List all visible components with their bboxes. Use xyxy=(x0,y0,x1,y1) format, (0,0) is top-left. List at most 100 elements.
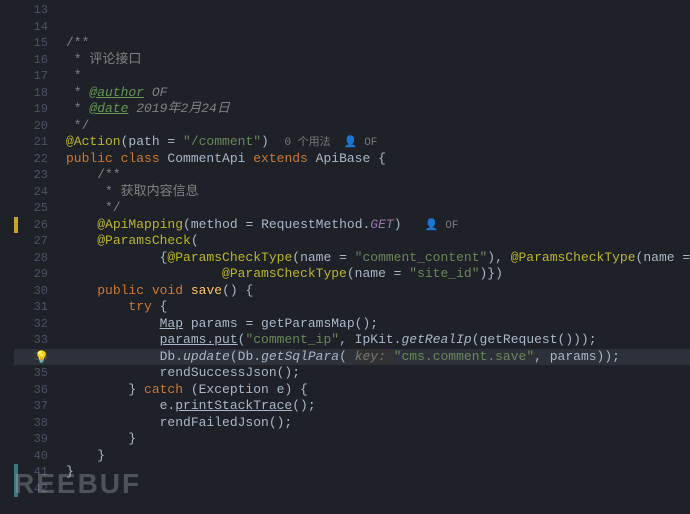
code-token: catch xyxy=(144,382,191,397)
code-token: params.put xyxy=(160,332,238,347)
code-token: @Action xyxy=(66,134,121,149)
code-line[interactable]: @Action(path = "/comment") 0 个用法 👤 OF xyxy=(62,134,690,151)
code-token: (Exception e) { xyxy=(191,382,308,397)
code-line[interactable]: try { xyxy=(62,299,690,316)
line-number: 13 xyxy=(14,2,62,19)
code-token: "/comment" xyxy=(183,134,261,149)
code-token: GET xyxy=(370,217,393,232)
line-number: 37 xyxy=(14,398,62,415)
line-number: 22 xyxy=(14,151,62,168)
code-line[interactable]: } xyxy=(62,448,690,465)
code-area[interactable]: /** * 评论接口 * * @author OF * @date 2019年2… xyxy=(62,0,690,514)
line-number: 15 xyxy=(14,35,62,52)
code-line[interactable]: * 评论接口 xyxy=(62,52,690,69)
code-token xyxy=(66,299,128,314)
code-token: Map xyxy=(160,316,183,331)
code-line[interactable]: */ xyxy=(62,200,690,217)
code-token: { xyxy=(66,250,167,265)
code-line[interactable]: public void save() { xyxy=(62,283,690,300)
code-line[interactable]: */ xyxy=(62,118,690,135)
code-line[interactable]: Db.update(Db.getSqlPara( key: "cms.comme… xyxy=(62,349,690,366)
line-number: 24 xyxy=(14,184,62,201)
line-number: 21 xyxy=(14,134,62,151)
code-line[interactable]: {@ParamsCheckType(name = "comment_conten… xyxy=(62,250,690,267)
code-line[interactable]: Map params = getParamsMap(); xyxy=(62,316,690,333)
line-number: 34💡 xyxy=(14,349,62,366)
code-token: CommentApi xyxy=(167,151,253,166)
code-token: @ParamsCheckType xyxy=(222,266,347,281)
intention-bulb-icon[interactable]: 💡 xyxy=(34,350,49,367)
code-token: */ xyxy=(97,200,120,215)
code-line[interactable]: /** xyxy=(62,35,690,52)
line-number: 41 xyxy=(14,464,62,481)
code-token xyxy=(66,217,97,232)
code-token: ( xyxy=(339,349,355,364)
line-number: 33 xyxy=(14,332,62,349)
line-number: 19 xyxy=(14,101,62,118)
code-token: printStackTrace xyxy=(175,398,292,413)
code-token: 👤 xyxy=(425,220,445,232)
line-number: 36 xyxy=(14,382,62,399)
code-token: /** xyxy=(66,35,89,50)
code-token: ( xyxy=(191,233,199,248)
change-marker xyxy=(14,464,18,481)
change-marker xyxy=(14,481,18,498)
code-token: OF xyxy=(152,85,168,100)
code-token: void xyxy=(152,283,191,298)
code-token: path = xyxy=(128,134,183,149)
code-token: @date xyxy=(89,101,128,116)
code-token: params = getParamsMap(); xyxy=(183,316,378,331)
line-number: 40 xyxy=(14,448,62,465)
code-token: "comment_content" xyxy=(355,250,488,265)
code-editor[interactable]: 1314151617181920212223242526272829303132… xyxy=(0,0,690,514)
code-line[interactable]: * xyxy=(62,68,690,85)
code-token: * xyxy=(66,52,89,67)
code-line[interactable]: public class CommentApi extends ApiBase … xyxy=(62,151,690,168)
line-number: 20 xyxy=(14,118,62,135)
code-token: } xyxy=(66,382,144,397)
code-line[interactable]: /** xyxy=(62,167,690,184)
code-line[interactable] xyxy=(62,19,690,36)
code-token: RequestMethod. xyxy=(261,217,370,232)
code-token xyxy=(402,217,425,232)
code-token: )}) xyxy=(480,266,503,281)
code-line[interactable]: } xyxy=(62,464,690,481)
code-token: ) xyxy=(394,217,402,232)
line-number: 39 xyxy=(14,431,62,448)
code-token: ApiBase xyxy=(316,151,378,166)
code-token: name = xyxy=(355,266,410,281)
change-marker xyxy=(14,217,18,234)
code-line[interactable]: } catch (Exception e) { xyxy=(62,382,690,399)
line-number: 32 xyxy=(14,316,62,333)
code-line[interactable]: * 获取内容信息 xyxy=(62,184,690,201)
code-line[interactable]: params.put("comment_ip", IpKit.getRealIp… xyxy=(62,332,690,349)
code-line[interactable]: @ApiMapping(method = RequestMethod.GET) … xyxy=(62,217,690,234)
code-line[interactable]: @ParamsCheckType(name = "site_id")}) xyxy=(62,266,690,283)
code-token: } xyxy=(66,448,105,463)
line-number: 31 xyxy=(14,299,62,316)
code-line[interactable]: * @date 2019年2月24日 xyxy=(62,101,690,118)
code-line[interactable]: @ParamsCheck( xyxy=(62,233,690,250)
line-number: 30 xyxy=(14,283,62,300)
code-token xyxy=(66,167,97,182)
code-token: 0 个用法 xyxy=(284,137,343,149)
code-line[interactable] xyxy=(62,481,690,498)
code-token: (getRequest())); xyxy=(472,332,597,347)
code-token: */ xyxy=(66,118,89,133)
line-number: 17 xyxy=(14,68,62,85)
code-line[interactable]: rendSuccessJson(); xyxy=(62,365,690,382)
line-number: 42 xyxy=(14,481,62,498)
code-line[interactable]: } xyxy=(62,431,690,448)
code-token: "cms.comment.save" xyxy=(394,349,534,364)
line-number: 29 xyxy=(14,266,62,283)
code-line[interactable]: * @author OF xyxy=(62,85,690,102)
code-token: save xyxy=(191,283,222,298)
code-line[interactable] xyxy=(62,2,690,19)
code-token: rendFailedJson(); xyxy=(66,415,292,430)
code-line[interactable]: e.printStackTrace(); xyxy=(62,398,690,415)
code-token: { xyxy=(160,299,168,314)
code-token: 评论接口 xyxy=(89,52,141,67)
code-token: ) xyxy=(261,134,269,149)
code-line[interactable]: rendFailedJson(); xyxy=(62,415,690,432)
code-token: public xyxy=(97,283,152,298)
